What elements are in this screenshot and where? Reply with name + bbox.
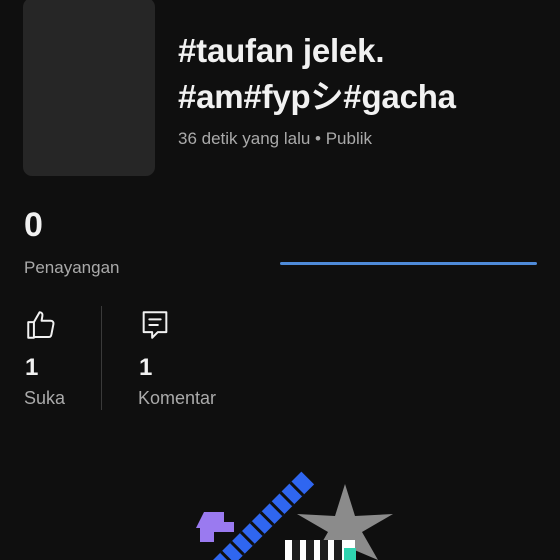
clapper-board — [285, 540, 356, 560]
thumbs-up-icon — [27, 311, 55, 339]
comment-icon — [142, 311, 168, 339]
likes-count: 1 — [25, 354, 39, 381]
celebration-illustration — [196, 471, 393, 560]
video-analytics-screen: #taufan jelek. #am#fypシ#gacha 36 detik y… — [0, 0, 560, 560]
views-chart-line — [280, 262, 537, 265]
video-thumbnail[interactable] — [23, 0, 155, 176]
video-meta: 36 detik yang lalu • Publik — [178, 129, 373, 148]
likes-stat[interactable]: 1 Suka — [24, 308, 65, 408]
video-title: #taufan jelek. #am#fypシ#gacha — [178, 28, 548, 120]
comments-label: Komentar — [138, 388, 217, 408]
purple-shape — [196, 512, 234, 542]
views-label: Penayangan — [24, 258, 120, 277]
views-count: 0 — [24, 206, 43, 244]
stats-divider — [101, 306, 102, 410]
comments-stat[interactable]: 1 Komentar — [138, 308, 216, 408]
video-title-line-1: #taufan jelek. — [178, 32, 385, 69]
video-title-line-2: #am#fypシ#gacha — [178, 78, 456, 115]
comments-count: 1 — [139, 354, 153, 381]
likes-label: Suka — [24, 388, 66, 408]
